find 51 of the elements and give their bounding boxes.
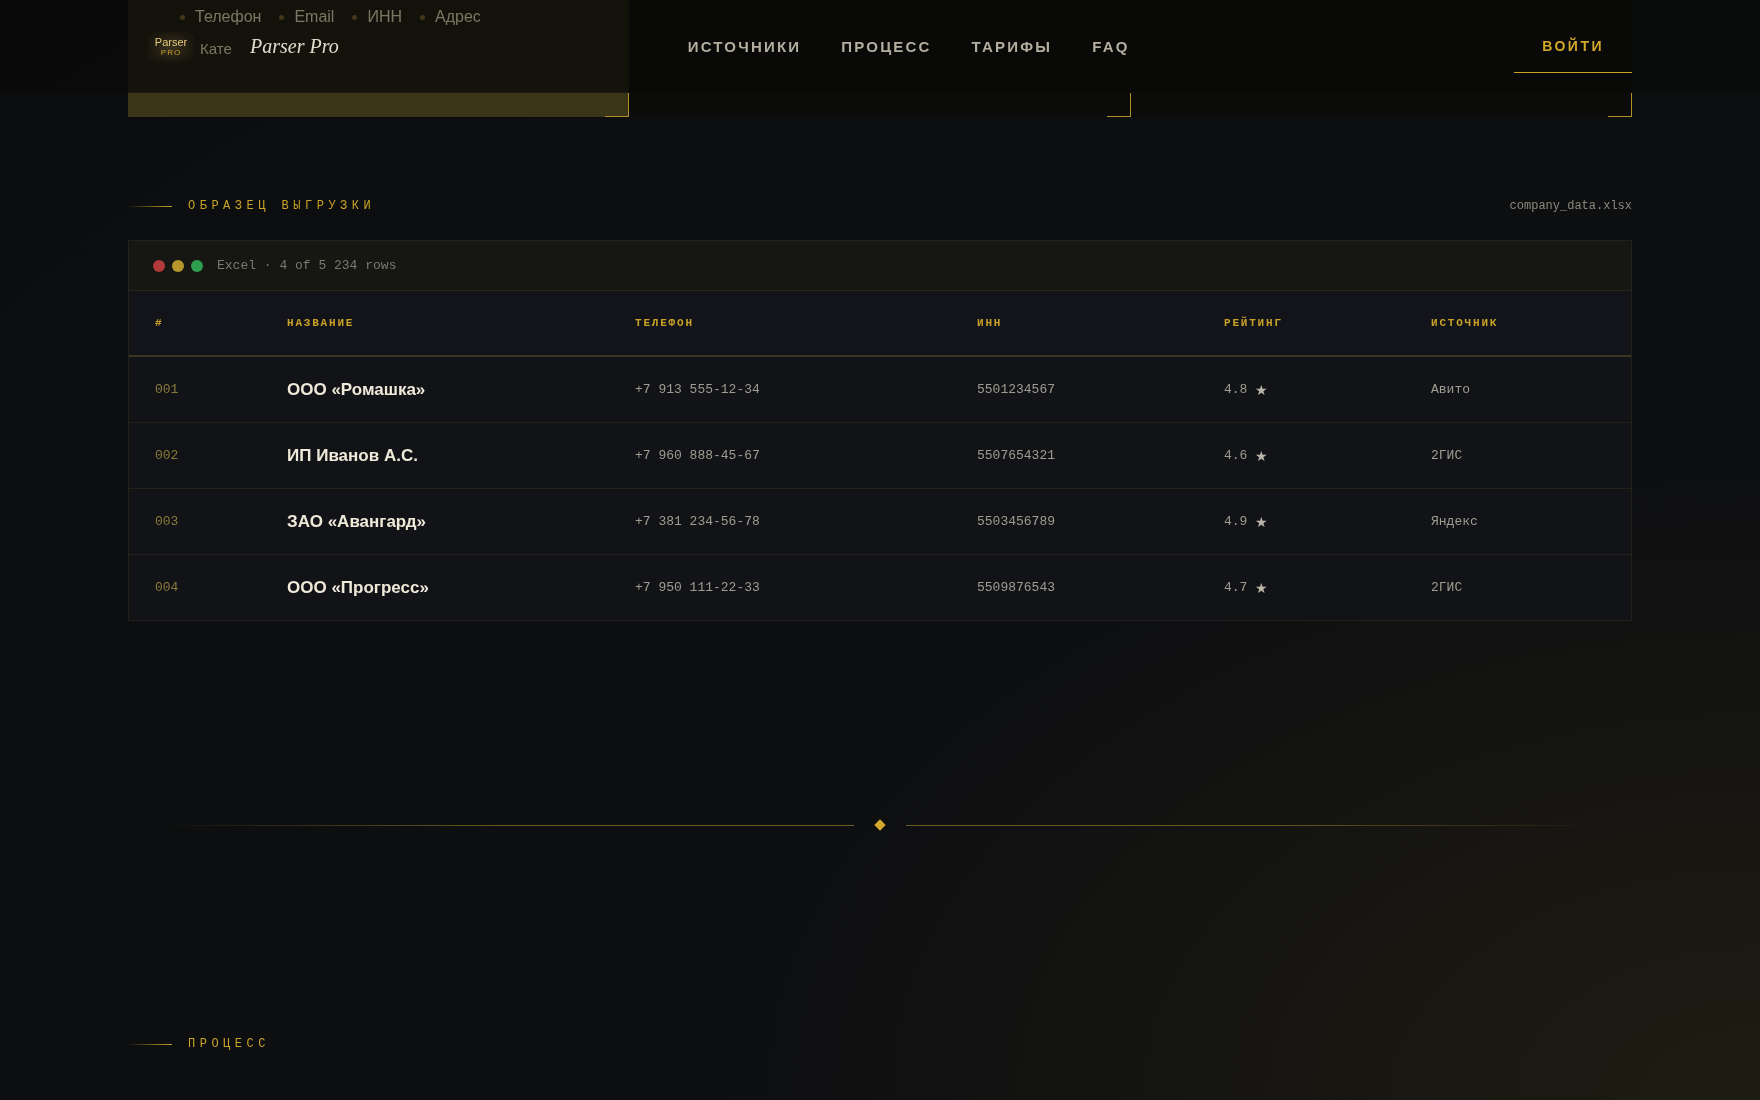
phone-cell-text: +7 960 888-45-67 — [635, 448, 761, 463]
star-icon: ★ — [1255, 447, 1269, 464]
rating-value: 4.6 — [1224, 448, 1248, 463]
column-header: ТЕЛЕФОН — [635, 317, 695, 329]
nav-link[interactable]: ИСТОЧНИКИ — [687, 38, 802, 55]
field-tag: ИНН — [352, 8, 402, 26]
inn-cell-text: 5509876543 — [977, 580, 1056, 595]
source-cell-text: 2ГИС — [1431, 580, 1464, 595]
brand-name[interactable]: Parser Pro — [250, 35, 339, 58]
star-icon: ★ — [1255, 579, 1269, 596]
company-name: ООО «Ромашка» — [287, 379, 427, 400]
company-name: ООО «Прогресс» — [287, 577, 430, 598]
nav-link[interactable]: FAQ — [1092, 38, 1130, 55]
row-count: Excel · 4 of 5 234 rows — [217, 258, 397, 273]
company-name: ЗАО «Авангард» — [287, 511, 428, 532]
column-header: НАЗВАНИЕ — [287, 317, 356, 329]
source-cell-text: Авито — [1431, 382, 1471, 397]
field-tag: Email — [279, 8, 335, 26]
star-icon: ★ — [1255, 381, 1269, 398]
rating-value: 4.8 — [1224, 382, 1248, 397]
column-header: ИНН — [977, 317, 1004, 329]
card-text: Кате — [200, 40, 232, 57]
nav-link[interactable]: ТАРИФЫ — [971, 38, 1053, 55]
corner-mark — [1106, 93, 1131, 117]
phone-cell-text: +7 950 111-22-33 — [635, 580, 761, 595]
logo-badge[interactable]: Parser PRO — [148, 31, 194, 62]
column-header: # — [155, 317, 165, 329]
row-number: 001 — [155, 382, 180, 397]
rating-value: 4.9 — [1224, 514, 1248, 529]
column-header: ИСТОЧНИК — [1431, 317, 1500, 329]
file-name: company_data.xlsx — [1509, 199, 1632, 213]
row-number: 004 — [155, 580, 180, 595]
nav-link[interactable]: ПРОЦЕСС — [841, 38, 932, 55]
corner-mark — [1608, 93, 1632, 117]
rating-value: 4.7 — [1224, 580, 1248, 595]
source-cell-text: 2ГИС — [1431, 448, 1464, 463]
company-name: ИП Иванов А.С. — [287, 445, 419, 466]
section-label: ПРОЦЕСС — [188, 1037, 270, 1051]
row-number: 002 — [155, 448, 180, 463]
field-tag: Телефон — [180, 8, 262, 26]
inn-cell-text: 5507654321 — [977, 448, 1056, 463]
inn-cell-text: 5501234567 — [977, 382, 1056, 397]
column-header: РЕЙТИНГ — [1224, 317, 1284, 329]
phone-cell-text: +7 913 555-12-34 — [635, 382, 761, 397]
star-icon: ★ — [1255, 513, 1269, 530]
source-cell-text: Яндекс — [1431, 514, 1479, 529]
inn-cell-text: 5503456789 — [977, 514, 1056, 529]
phone-cell-text: +7 381 234-56-78 — [635, 514, 761, 529]
section-label: ОБРАЗЕЦ ВЫГРУЗКИ — [188, 199, 376, 213]
row-number: 003 — [155, 514, 180, 529]
field-tag: Адрес — [420, 8, 481, 26]
